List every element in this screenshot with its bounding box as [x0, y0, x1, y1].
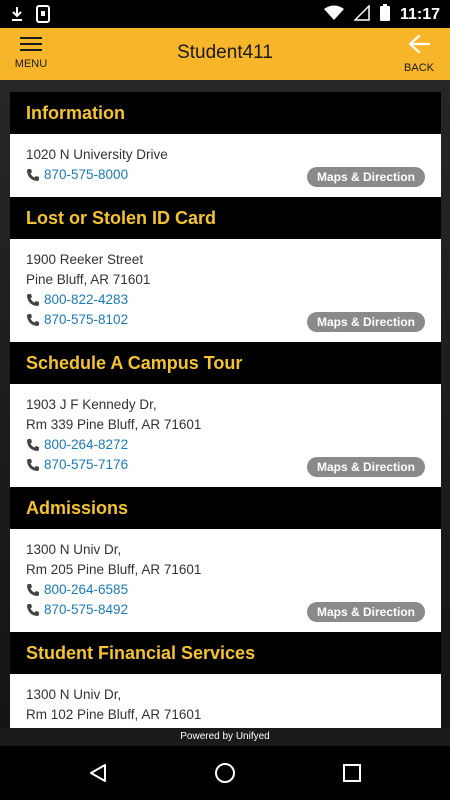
- section-title: Information: [26, 102, 125, 123]
- phone-link[interactable]: 870-575-7176: [44, 455, 128, 475]
- back-button[interactable]: BACK: [396, 34, 442, 76]
- contact-card: 1020 N University Drive 870-575-8000 Maps …: [10, 134, 441, 197]
- contact-card: 1300 N Univ Dr, Rm 205 Pine Bluff, AR 716…: [10, 529, 441, 632]
- contact-list: Information 1020 N University Drive 870-57…: [10, 92, 441, 728]
- content-area[interactable]: Information 1020 N University Drive 870-57…: [0, 80, 450, 728]
- address-line: 1020 N University Drive: [26, 147, 168, 162]
- section-header: Lost or Stolen ID Card: [10, 197, 441, 239]
- section-header: Schedule A Campus Tour: [10, 342, 441, 384]
- contact-card: 1300 N Univ Dr, Rm 102 Pine Bluff, AR 716…: [10, 674, 441, 728]
- address-line: Pine Bluff, AR 71601: [26, 272, 151, 287]
- back-triangle-icon[interactable]: [87, 762, 109, 784]
- page-title: Student411: [177, 42, 273, 63]
- maps-direction-button[interactable]: Maps & Direction: [306, 167, 425, 187]
- maps-direction-button[interactable]: Maps & Direction: [306, 457, 425, 477]
- address-line: Rm 205 Pine Bluff, AR 71601: [26, 562, 202, 577]
- phone-icon: [26, 458, 42, 472]
- phone-icon: [26, 583, 42, 597]
- phone-link[interactable]: 870-575-8102: [44, 310, 128, 330]
- section-title: Lost or Stolen ID Card: [26, 207, 217, 228]
- section-header: Student Financial Services: [10, 632, 441, 674]
- powered-by: Powered by Unifyed: [0, 728, 450, 746]
- address-line: 1903 J F Kennedy Dr,: [26, 397, 157, 412]
- phone-row[interactable]: 800-264-6585: [26, 580, 425, 600]
- status-bar: 11:17: [0, 0, 450, 28]
- contact-card: 1900 Reeker Street Pine Bluff, AR 71601 80…: [10, 239, 441, 342]
- phone-link[interactable]: 800-264-6585: [44, 580, 128, 600]
- phone-link[interactable]: 800-264-8272: [44, 435, 128, 455]
- phone-icon: [26, 438, 42, 452]
- maps-direction-button[interactable]: Maps & Direction: [306, 602, 425, 622]
- clock: 11:17: [399, 6, 440, 23]
- address-line: Rm 102 Pine Bluff, AR 71601: [26, 707, 202, 722]
- phone-icon: [26, 603, 42, 617]
- address-line: 1900 Reeker Street: [26, 252, 144, 267]
- back-label: BACK: [404, 62, 434, 74]
- section-header: Admissions: [10, 487, 441, 529]
- phone-icon: [26, 168, 42, 182]
- section-title: Admissions: [26, 497, 129, 518]
- home-circle-icon[interactable]: [214, 762, 236, 784]
- wifi-icon: [323, 5, 344, 26]
- address-line: Rm 339 Pine Bluff, AR 71601: [26, 417, 202, 432]
- maps-direction-button[interactable]: Maps & Direction: [306, 312, 425, 332]
- recents-square-icon[interactable]: [341, 762, 363, 784]
- cellular-signal-icon: [353, 3, 370, 26]
- section-title: Schedule A Campus Tour: [26, 352, 243, 373]
- phone-icon: [26, 293, 42, 307]
- phone-row[interactable]: 800-264-8272: [26, 435, 425, 455]
- address-line: 1300 N Univ Dr,: [26, 542, 122, 557]
- download-icon: [10, 6, 24, 27]
- section-header: Information: [10, 92, 441, 134]
- back-arrow-icon: [408, 34, 431, 59]
- phone-link[interactable]: 800-822-4283: [44, 290, 128, 310]
- app-bar: MENU Student411 BACK: [0, 28, 450, 80]
- address-line: 1300 N Univ Dr,: [26, 687, 122, 702]
- phone-row[interactable]: 800-822-4283: [26, 290, 425, 310]
- system-nav-bar: [0, 746, 450, 800]
- contact-card: 1903 J F Kennedy Dr, Rm 339 Pine Bluff, A…: [10, 384, 441, 487]
- phone-notification-icon: [36, 5, 50, 28]
- section-title: Student Financial Services: [26, 642, 256, 663]
- battery-icon: [379, 4, 390, 26]
- phone-link[interactable]: 870-575-8492: [44, 600, 128, 620]
- phone-link[interactable]: 870-575-8000: [44, 165, 128, 185]
- phone-icon: [26, 313, 42, 327]
